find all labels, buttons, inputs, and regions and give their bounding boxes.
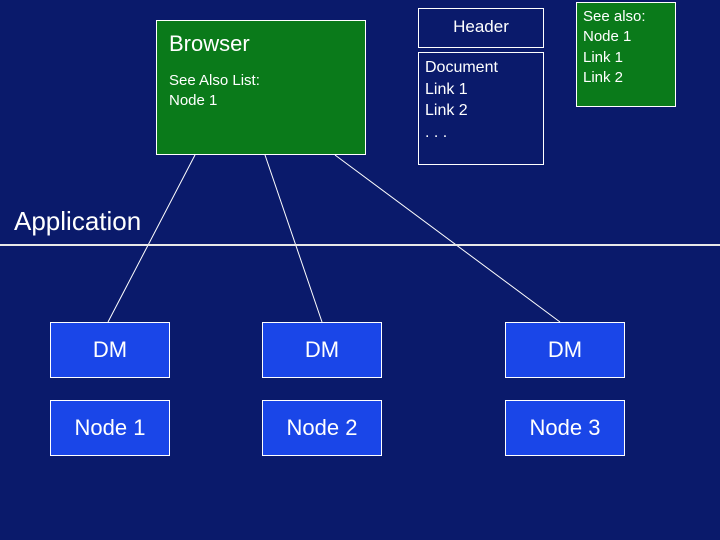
node-box-2: Node 2 — [262, 400, 382, 456]
node-box-3: Node 3 — [505, 400, 625, 456]
dm-label-1: DM — [93, 337, 127, 363]
document-ellipsis: . . . — [425, 122, 537, 144]
dm-label-3: DM — [548, 337, 582, 363]
node-label-2: Node 2 — [287, 415, 358, 441]
header-label: Header — [453, 17, 509, 36]
see-also-link-2: Link 2 — [583, 68, 669, 88]
dm-label-2: DM — [305, 337, 339, 363]
see-also-panel: See also: Node 1 Link 1 Link 2 — [576, 2, 676, 107]
document-title: Document — [425, 57, 537, 79]
node-box-1: Node 1 — [50, 400, 170, 456]
see-also-title: See also: — [583, 7, 669, 27]
node-label-3: Node 3 — [530, 415, 601, 441]
see-also-node: Node 1 — [583, 27, 669, 47]
header-panel: Header — [418, 8, 544, 48]
divider-line — [0, 244, 720, 246]
see-also-link-1: Link 1 — [583, 48, 669, 68]
document-panel: Document Link 1 Link 2 . . . — [418, 52, 544, 165]
document-link-1: Link 1 — [425, 79, 537, 101]
application-label: Application — [14, 206, 141, 237]
dm-box-3: DM — [505, 322, 625, 378]
dm-box-2: DM — [262, 322, 382, 378]
browser-title: Browser — [169, 31, 353, 57]
browser-panel: Browser See Also List: Node 1 — [156, 20, 366, 155]
see-also-list-node: Node 1 — [169, 91, 353, 111]
dm-box-1: DM — [50, 322, 170, 378]
node-label-1: Node 1 — [75, 415, 146, 441]
see-also-list-label: See Also List: — [169, 71, 353, 91]
document-link-2: Link 2 — [425, 100, 537, 122]
